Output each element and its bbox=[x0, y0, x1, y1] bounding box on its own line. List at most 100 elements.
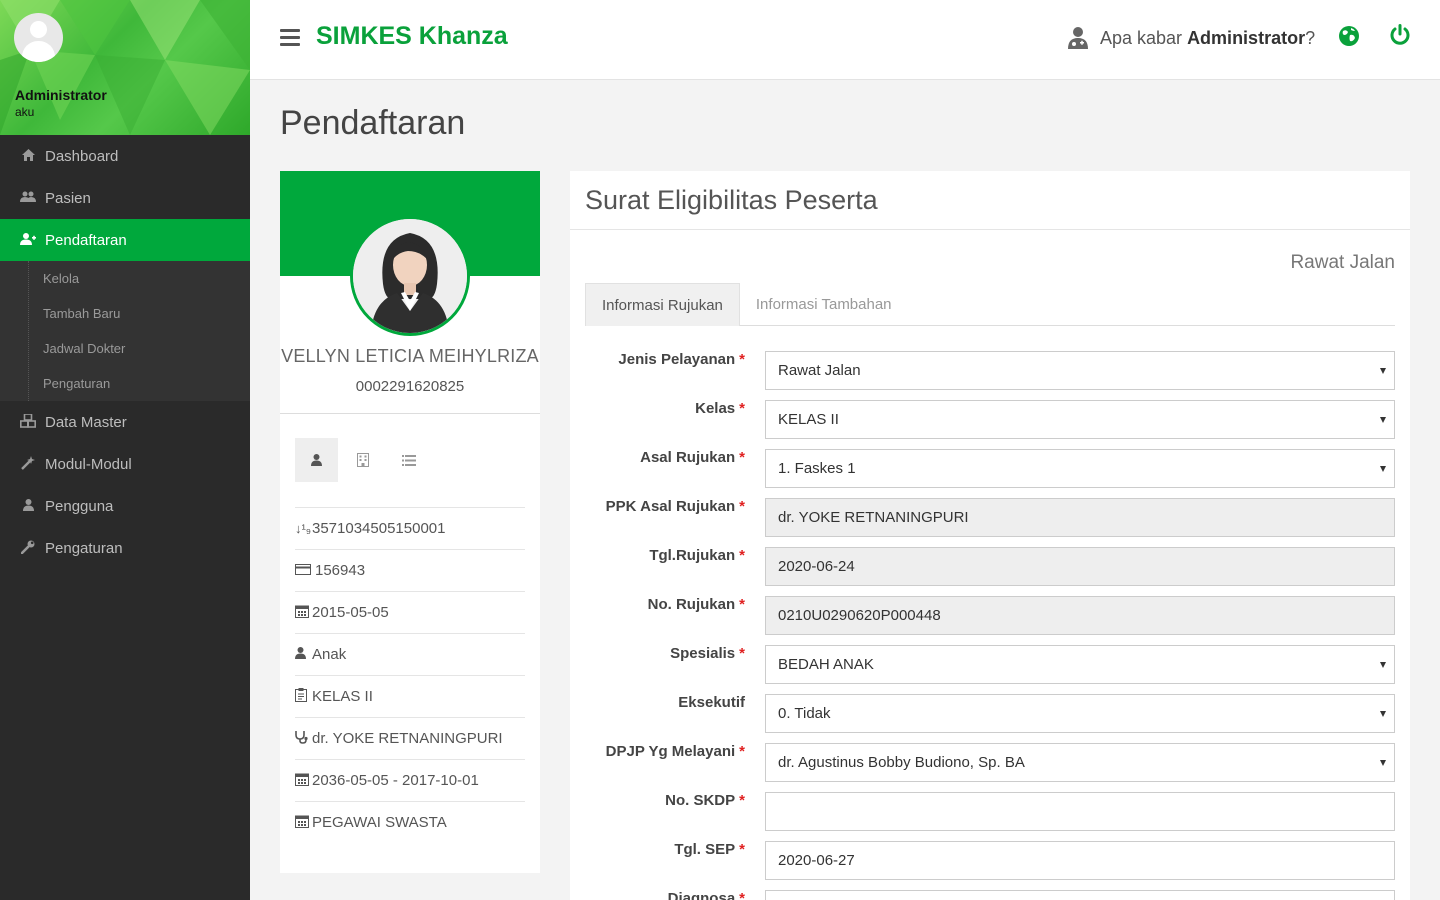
user-icon bbox=[311, 454, 322, 466]
credit-card-icon bbox=[295, 563, 311, 578]
sidebar-item-label: Dashboard bbox=[45, 147, 119, 165]
tab-profile-list[interactable] bbox=[387, 438, 430, 482]
field-dpjp: DPJP Yg Melayani * dr. Agustinus Bobby Bu… bbox=[585, 743, 1395, 782]
field-label: Diagnosa * bbox=[667, 890, 745, 900]
detail-value: 156943 bbox=[315, 562, 366, 579]
app-brand[interactable]: SIMKES Khanza bbox=[316, 22, 508, 51]
tab-informasi-rujukan[interactable]: Informasi Rujukan bbox=[585, 283, 740, 326]
sidebar-user-panel: Administrator aku bbox=[0, 0, 250, 135]
user-avatar[interactable] bbox=[14, 13, 63, 62]
sep-form-panel: Surat Eligibilitas Peserta Rawat Jalan I… bbox=[570, 171, 1410, 900]
field-no-rujukan: No. Rujukan * 0210U0290620P000448 bbox=[585, 596, 1395, 635]
field-label: Eksekutif bbox=[678, 694, 745, 711]
field-label: DPJP Yg Melayani * bbox=[605, 743, 745, 760]
field-no-skdp: No. SKDP * bbox=[585, 792, 1395, 831]
calendar-icon bbox=[295, 772, 309, 789]
field-label: Spesialis * bbox=[670, 645, 745, 662]
user-icon bbox=[19, 498, 37, 514]
field-label: Tgl. SEP * bbox=[674, 841, 745, 858]
stethoscope-icon bbox=[295, 730, 309, 747]
panel-title: Surat Eligibilitas Peserta bbox=[585, 185, 878, 215]
greeting-user: Administrator bbox=[1187, 27, 1306, 48]
asal-rujukan-select[interactable]: 1. Faskes 1 bbox=[765, 449, 1395, 488]
service-kind-label: Rawat Jalan bbox=[1290, 252, 1395, 273]
caret-down-icon bbox=[1380, 662, 1386, 668]
power-icon[interactable] bbox=[1389, 24, 1411, 46]
eksekutif-select[interactable]: 0. Tidak bbox=[765, 694, 1395, 733]
tab-profile-building[interactable] bbox=[341, 438, 384, 482]
sidebar-item-dashboard[interactable]: Dashboard bbox=[0, 135, 250, 177]
list-icon bbox=[401, 454, 416, 466]
detail-value: 2036-05-05 - 2017-10-01 bbox=[312, 772, 479, 789]
calendar-icon bbox=[295, 814, 309, 831]
detail-validity: 2036-05-05 - 2017-10-01 bbox=[295, 759, 525, 801]
sidebar-subitem-tambah-baru[interactable]: Tambah Baru bbox=[0, 296, 250, 331]
sidebar-subitem-pengaturan[interactable]: Pengaturan bbox=[0, 366, 250, 401]
ppk-asal-rujukan-input[interactable]: dr. YOKE RETNANINGPURI bbox=[765, 498, 1395, 537]
building-icon bbox=[356, 453, 369, 467]
field-label: Kelas * bbox=[695, 400, 745, 417]
detail-value: 2015-05-05 bbox=[312, 604, 389, 621]
detail-card-number: 156943 bbox=[295, 549, 525, 591]
field-label: Jenis Pelayanan * bbox=[618, 351, 745, 368]
detail-value: Anak bbox=[312, 646, 347, 663]
caret-down-icon bbox=[1380, 368, 1386, 374]
sidebar-subitem-jadwal-dokter[interactable]: Jadwal Dokter bbox=[0, 331, 250, 366]
field-spesialis: Spesialis * BEDAH ANAK bbox=[585, 645, 1395, 684]
dpjp-select[interactable]: dr. Agustinus Bobby Budiono, Sp. BA bbox=[765, 743, 1395, 782]
caret-down-icon bbox=[1380, 417, 1386, 423]
sidebar-item-pengaturan[interactable]: Pengaturan bbox=[0, 527, 250, 569]
sidebar-submenu: Kelola Tambah Baru Jadwal Dokter Pengatu… bbox=[0, 261, 250, 401]
sidebar-item-label: Pendaftaran bbox=[45, 231, 127, 249]
patient-name: VELLYN LETICIA MEIHYLRIZA bbox=[281, 346, 539, 366]
sidebar-item-label: Modul-Modul bbox=[45, 455, 132, 473]
tgl-rujukan-input[interactable]: 2020-06-24 bbox=[765, 547, 1395, 586]
patient-detail-list: ↓¹₉ 3571034505150001 156943 2015-05-05 A… bbox=[295, 507, 525, 843]
wrench-icon bbox=[19, 540, 37, 557]
kelas-select[interactable]: KELAS II bbox=[765, 400, 1395, 439]
user-plus-icon bbox=[19, 232, 37, 248]
top-header: SIMKES Khanza Apa kabar Administrator ? bbox=[250, 0, 1440, 80]
caret-down-icon bbox=[1380, 760, 1386, 766]
field-label: Tgl.Rujukan * bbox=[649, 547, 745, 564]
field-label: Asal Rujukan * bbox=[640, 449, 745, 466]
jenis-pelayanan-select[interactable]: Rawat Jalan bbox=[765, 351, 1395, 390]
user-greeting[interactable]: Apa kabar Administrator ? bbox=[1068, 27, 1315, 49]
spesialis-select[interactable]: BEDAH ANAK bbox=[765, 645, 1395, 684]
no-rujukan-input[interactable]: 0210U0290620P000448 bbox=[765, 596, 1395, 635]
tab-profile-user[interactable] bbox=[295, 438, 338, 482]
greeting-prefix: Apa kabar bbox=[1100, 27, 1188, 48]
sidebar-subitem-kelola[interactable]: Kelola bbox=[0, 261, 250, 296]
detail-occupation: PEGAWAI SWASTA bbox=[295, 801, 525, 843]
diagnosa-input[interactable] bbox=[765, 890, 1395, 900]
users-icon bbox=[19, 191, 37, 206]
sidebar-item-pengguna[interactable]: Pengguna bbox=[0, 485, 250, 527]
caret-down-icon bbox=[1380, 466, 1386, 472]
detail-class: KELAS II bbox=[295, 675, 525, 717]
detail-value: dr. YOKE RETNANINGPURI bbox=[312, 730, 503, 747]
sidebar-item-data-master[interactable]: Data Master bbox=[0, 401, 250, 443]
field-label: No. SKDP * bbox=[665, 792, 745, 809]
detail-birth-date: 2015-05-05 bbox=[295, 591, 525, 633]
greeting-suffix: ? bbox=[1305, 27, 1316, 48]
sidebar-item-label: Pengguna bbox=[45, 497, 114, 515]
user-icon bbox=[295, 647, 309, 662]
globe-icon[interactable] bbox=[1338, 25, 1360, 47]
user-md-icon bbox=[1068, 27, 1088, 49]
sidebar-item-label: Data Master bbox=[45, 413, 127, 431]
sidebar-item-label: Pasien bbox=[45, 189, 91, 207]
calendar-icon bbox=[295, 604, 309, 621]
field-label: No. Rujukan * bbox=[647, 596, 745, 613]
detail-category: Anak bbox=[295, 633, 525, 675]
sidebar-user-name: Administrator bbox=[15, 87, 107, 103]
menu-toggle-icon[interactable] bbox=[280, 29, 300, 46]
sidebar-item-pendaftaran[interactable]: Pendaftaran bbox=[0, 219, 250, 261]
field-eksekutif: Eksekutif 0. Tidak bbox=[585, 694, 1395, 733]
patient-record-number: 0002291620825 bbox=[355, 378, 465, 395]
no-skdp-input[interactable] bbox=[765, 792, 1395, 831]
sidebar-item-modul-modul[interactable]: Modul-Modul bbox=[0, 443, 250, 485]
tgl-sep-input[interactable]: 2020-06-27 bbox=[765, 841, 1395, 880]
page-title: Pendaftaran bbox=[280, 104, 466, 142]
sidebar-item-pasien[interactable]: Pasien bbox=[0, 177, 250, 219]
tab-informasi-tambahan[interactable]: Informasi Tambahan bbox=[740, 283, 908, 326]
